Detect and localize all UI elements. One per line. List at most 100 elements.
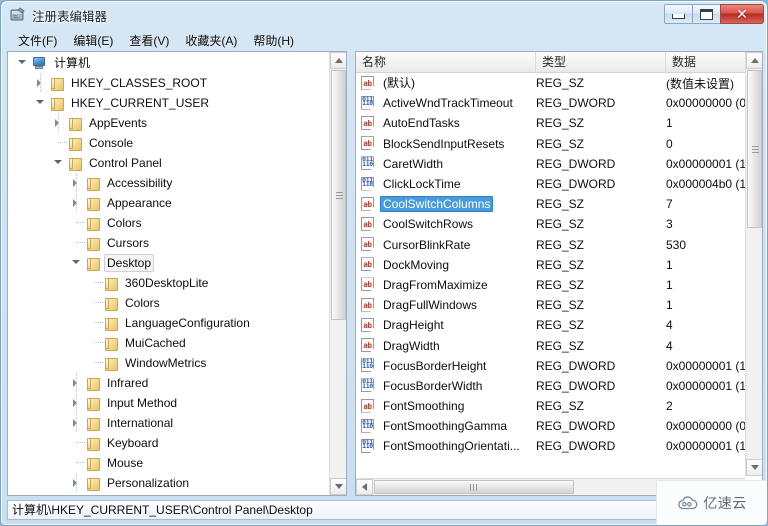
value-name: DockMoving <box>380 257 452 273</box>
value-name: DragFullWindows <box>380 297 480 313</box>
tree-expander[interactable] <box>70 173 85 193</box>
tree-item-desktop[interactable]: Desktop <box>8 253 330 273</box>
value-data-cell: (数值未设置) <box>666 75 745 92</box>
value-data-cell: 0x00000000 (0 <box>666 96 745 110</box>
tree-item-label: Mouse <box>104 455 146 471</box>
registry-values-pane[interactable]: 名称类型数据 ab(默认)REG_SZ(数值未设置)011110ActiveWn… <box>355 51 763 496</box>
table-row[interactable]: abDockMovingREG_SZ1 <box>356 255 745 275</box>
table-row[interactable]: 011110FocusBorderWidthREG_DWORD0x0000000… <box>356 376 745 396</box>
table-row[interactable]: 011110FocusBorderHeightREG_DWORD0x000000… <box>356 356 745 376</box>
table-row[interactable]: abCoolSwitchColumnsREG_SZ7 <box>356 194 745 214</box>
table-row[interactable]: abBlockSendInputResetsREG_SZ0 <box>356 134 745 154</box>
tree-expander[interactable] <box>16 53 31 73</box>
registry-tree[interactable]: 计算机HKEY_CLASSES_ROOTHKEY_CURRENT_USERApp… <box>8 53 330 496</box>
tree-item-input-method[interactable]: Input Method <box>8 393 330 413</box>
list-hscrollbar-thumb[interactable] <box>374 480 574 494</box>
value-type-cell: REG_SZ <box>536 339 658 353</box>
tree-item-international[interactable]: International <box>8 413 330 433</box>
value-name-cell: DockMoving <box>380 257 532 273</box>
tree-item-hkey-current-user[interactable]: HKEY_CURRENT_USER <box>8 93 330 113</box>
tree-item-cursors[interactable]: Cursors <box>8 233 330 253</box>
tree-line <box>76 473 77 493</box>
table-row[interactable]: abDragFullWindowsREG_SZ1 <box>356 295 745 315</box>
tree-item-accessibility[interactable]: Accessibility <box>8 173 330 193</box>
tree-vertical-scrollbar[interactable] <box>329 52 346 495</box>
tree-item-hkey-classes-root[interactable]: HKEY_CLASSES_ROOT <box>8 73 330 93</box>
table-row[interactable]: abAutoEndTasksREG_SZ1 <box>356 113 745 133</box>
list-scroll-up-button[interactable] <box>746 52 763 69</box>
folder-icon <box>49 97 64 110</box>
column-type[interactable]: 类型 <box>536 52 666 72</box>
tree-item-muicached[interactable]: MuiCached <box>8 333 330 353</box>
table-row[interactable]: 011110ClickLockTimeREG_DWORD0x000004b0 (… <box>356 174 745 194</box>
table-row[interactable]: abDragHeightREG_SZ4 <box>356 315 745 335</box>
tree-line <box>76 373 77 393</box>
tree-item-mouse[interactable]: Mouse <box>8 453 330 473</box>
tree-expander[interactable] <box>70 413 85 433</box>
table-row[interactable]: abFontSmoothingREG_SZ2 <box>356 396 745 416</box>
tree-item-appevents[interactable]: AppEvents <box>8 113 330 133</box>
table-row[interactable]: 011110CaretWidthREG_DWORD0x00000001 (1 <box>356 154 745 174</box>
tree-expander[interactable] <box>70 253 85 273</box>
watermark: 亿速云 <box>656 480 767 525</box>
registry-values-list[interactable]: ab(默认)REG_SZ(数值未设置)011110ActiveWndTrackT… <box>356 73 745 476</box>
tree-expander[interactable] <box>34 73 49 93</box>
minimize-button[interactable] <box>664 4 692 24</box>
maximize-button[interactable] <box>692 4 720 24</box>
tree-item-colors[interactable]: Colors <box>8 293 330 313</box>
list-scroll-left-button[interactable] <box>356 479 373 495</box>
tree-item-360desktoplite[interactable]: 360DesktopLite <box>8 273 330 293</box>
table-row[interactable]: abDragWidthREG_SZ4 <box>356 335 745 355</box>
column-name[interactable]: 名称 <box>356 52 536 72</box>
tree-expander[interactable] <box>34 93 49 113</box>
table-row[interactable]: abCursorBlinkRateREG_SZ530 <box>356 235 745 255</box>
tree-expander[interactable] <box>70 373 85 393</box>
tree-item-colors[interactable]: Colors <box>8 213 330 233</box>
tree-item-infrared[interactable]: Infrared <box>8 373 330 393</box>
tree-scroll-up-button[interactable] <box>330 52 347 69</box>
value-name-cell: CoolSwitchRows <box>380 216 532 232</box>
title-bar[interactable]: 注册表编辑器 ✕ <box>1 1 768 29</box>
list-vertical-scrollbar[interactable] <box>745 52 762 476</box>
tree-item-languageconfiguration[interactable]: LanguageConfiguration <box>8 313 330 333</box>
tree-item-personalization[interactable]: Personalization <box>8 473 330 493</box>
table-row[interactable]: abCoolSwitchRowsREG_SZ3 <box>356 214 745 234</box>
table-row[interactable]: abDragFromMaximizeREG_SZ1 <box>356 275 745 295</box>
close-button[interactable]: ✕ <box>720 4 764 24</box>
tree-expander[interactable] <box>70 393 85 413</box>
tree-expander[interactable] <box>70 473 85 493</box>
list-scrollbar-thumb[interactable] <box>747 70 762 228</box>
list-scroll-down-button[interactable] <box>746 459 763 476</box>
menu-help[interactable]: 帮助(H) <box>245 30 302 51</box>
menu-view[interactable]: 查看(V) <box>121 30 177 51</box>
chevron-down-icon <box>72 260 80 268</box>
tree-item-console[interactable]: Console <box>8 133 330 153</box>
tree-scrollbar-thumb[interactable] <box>331 70 346 320</box>
tree-item-label: 计算机 <box>51 55 93 71</box>
tree-item-[interactable]: 计算机 <box>8 53 330 73</box>
table-row[interactable]: ab(默认)REG_SZ(数值未设置) <box>356 73 745 93</box>
tree-item-windowmetrics[interactable]: WindowMetrics <box>8 353 330 373</box>
table-row[interactable]: 011110ActiveWndTrackTimeoutREG_DWORD0x00… <box>356 93 745 113</box>
value-data-cell: 4 <box>666 339 745 353</box>
tree-item-control-panel[interactable]: Control Panel <box>8 153 330 173</box>
tree-item-label: Control Panel <box>86 155 165 171</box>
tree-expander[interactable] <box>52 113 67 133</box>
registry-tree-pane[interactable]: 计算机HKEY_CLASSES_ROOTHKEY_CURRENT_USERApp… <box>7 51 347 496</box>
value-type-cell: REG_DWORD <box>536 157 658 171</box>
menu-file[interactable]: 文件(F) <box>10 30 65 51</box>
tree-item-label: WindowMetrics <box>122 355 209 371</box>
list-header[interactable]: 名称类型数据 <box>356 52 762 73</box>
folder-icon <box>85 217 100 230</box>
tree-scroll-down-button[interactable] <box>330 478 347 495</box>
value-data-cell: 0x00000000 (0 <box>666 419 745 433</box>
table-row[interactable]: 011110FontSmoothingGammaREG_DWORD0x00000… <box>356 416 745 436</box>
menu-favorites[interactable]: 收藏夹(A) <box>177 30 245 51</box>
menu-edit[interactable]: 编辑(E) <box>65 30 121 51</box>
tree-expander[interactable] <box>70 193 85 213</box>
tree-expander[interactable] <box>52 153 67 173</box>
tree-item-appearance[interactable]: Appearance <box>8 193 330 213</box>
table-row[interactable]: 011110FontSmoothingOrientati...REG_DWORD… <box>356 436 745 456</box>
tree-item-keyboard[interactable]: Keyboard <box>8 433 330 453</box>
value-name-cell: DragFullWindows <box>380 297 532 313</box>
